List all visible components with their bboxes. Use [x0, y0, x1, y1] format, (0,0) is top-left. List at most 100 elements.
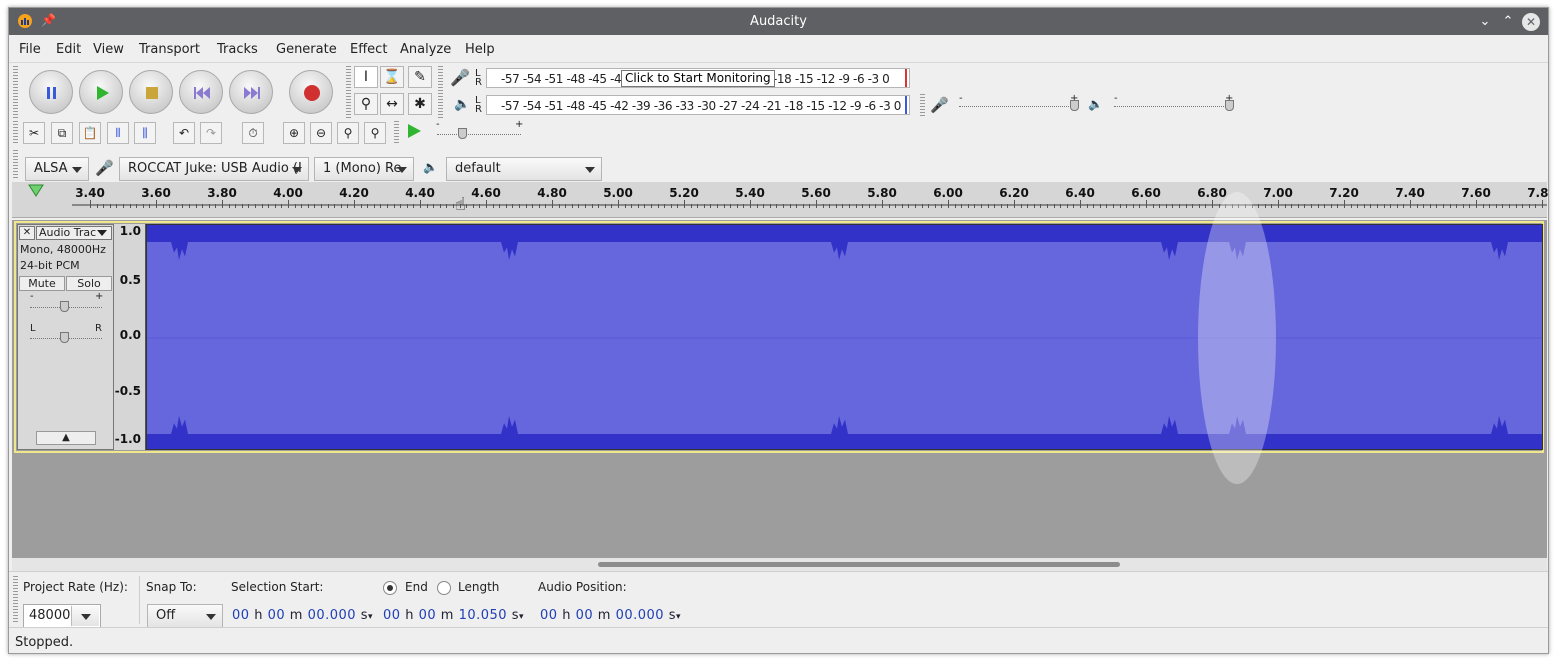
ruler-tick-mark	[519, 204, 520, 208]
play-speed-thumb[interactable]	[458, 128, 467, 139]
play-button[interactable]	[79, 70, 123, 114]
mute-button[interactable]: Mute	[19, 276, 65, 291]
selection-tool-button[interactable]: I	[354, 66, 378, 88]
edit-grip[interactable]	[13, 121, 18, 145]
recording-channels-select[interactable]: 1 (Mono) Re	[314, 157, 414, 181]
pan-slider-thumb[interactable]	[60, 332, 69, 343]
paste-button[interactable]: 📋	[79, 122, 101, 144]
selection-grip[interactable]	[13, 576, 18, 624]
play-volume-slider[interactable]	[1114, 106, 1232, 107]
track-control-panel[interactable]: ✕ Audio Trac Mono, 48000Hz 24-bit PCM Mu…	[17, 224, 114, 450]
record-button[interactable]	[289, 70, 333, 114]
record-volume-slider[interactable]	[959, 106, 1077, 107]
menu-edit[interactable]: Edit	[56, 42, 81, 57]
mixer-grip[interactable]	[920, 94, 925, 116]
skip-to-end-button[interactable]	[229, 70, 273, 114]
timeline-ruler[interactable]: 3.40 3.60 3.80 4.00 4.20 4.40 4.60 4.80 5.00 5.20…	[12, 182, 1548, 218]
multi-tool-button[interactable]: ✱	[408, 93, 432, 115]
mixer-speaker-icon: 🔈	[1088, 97, 1103, 111]
ruler-tick-mark	[552, 200, 553, 208]
zoom-tool-button[interactable]: ⚲	[354, 93, 378, 115]
device-grip[interactable]	[13, 150, 18, 178]
pause-button[interactable]	[29, 70, 73, 114]
selection-start-time[interactable]: 00 h 00 m 00.000 s▾	[232, 608, 374, 628]
ruler-tick-label: 6.40	[1065, 186, 1095, 200]
fit-project-button[interactable]: ⚲	[364, 122, 386, 144]
meter-grip[interactable]	[438, 66, 443, 118]
gain-slider-thumb[interactable]	[60, 301, 69, 312]
silence-button[interactable]: ⫼	[134, 122, 156, 144]
ruler-tick-mark	[809, 204, 811, 208]
selection-end-time[interactable]: 00 h 00 m 10.050 s▾	[383, 608, 525, 628]
menu-effect[interactable]: Effect	[350, 42, 387, 57]
menu-help[interactable]: Help	[465, 42, 495, 57]
recording-device-select[interactable]: ROCCAT Juke: USB Audio (I	[119, 157, 309, 181]
playback-device-select[interactable]: default	[446, 157, 602, 181]
ruler-tick-mark	[618, 200, 619, 208]
snap-to-select[interactable]: Off	[147, 604, 223, 628]
minimize-icon[interactable]: ⌄	[1476, 13, 1494, 31]
ruler-tick-mark	[453, 204, 454, 208]
record-volume-thumb[interactable]	[1070, 100, 1079, 111]
play-speed-grip[interactable]	[394, 121, 399, 145]
horizontal-scrollbar-thumb[interactable]	[598, 562, 1120, 567]
ruler-tick-mark	[994, 204, 996, 208]
menu-analyze[interactable]: Analyze	[400, 42, 451, 57]
menu-view[interactable]: View	[93, 42, 124, 57]
microphone-icon[interactable]: 🎤	[450, 68, 470, 87]
stop-button[interactable]	[129, 70, 173, 114]
sync-lock-button[interactable]: ⏱	[242, 122, 264, 144]
audio-host-select[interactable]: ALSA	[25, 157, 89, 181]
close-window-icon[interactable]: ✕	[1522, 13, 1540, 31]
project-rate-dropdown[interactable]	[71, 606, 99, 626]
ruler-tick-mark	[195, 204, 197, 208]
magnifier-icon: ⚲	[360, 96, 372, 112]
project-rate-combo[interactable]: 48000	[23, 604, 101, 628]
waveform-display[interactable]	[146, 224, 1543, 450]
fit-selection-button[interactable]: ⚲	[337, 122, 359, 144]
collapse-track-button[interactable]: ▲	[36, 431, 96, 445]
track-name-menu[interactable]: Audio Trac	[36, 226, 112, 240]
solo-button[interactable]: Solo	[66, 276, 112, 291]
envelope-tool-button[interactable]: ⌛	[380, 66, 404, 88]
record-meter-lr: LR	[475, 68, 482, 88]
playback-device-value: default	[455, 161, 501, 176]
draw-tool-button[interactable]: ✎	[408, 66, 432, 88]
ruler-tick-mark	[789, 204, 791, 208]
ruler-tick-mark	[1509, 204, 1510, 208]
tools-grip[interactable]	[346, 66, 351, 118]
end-radio[interactable]	[383, 581, 397, 595]
tracks-area[interactable]: ✕ Audio Trac Mono, 48000Hz 24-bit PCM Mu…	[12, 192, 1547, 558]
copy-button[interactable]: ⧉	[51, 122, 73, 144]
menu-file[interactable]: File	[19, 42, 41, 57]
ruler-tick-mark	[1146, 200, 1147, 208]
redo-button[interactable]: ↷	[200, 122, 222, 144]
ruler-tick-mark	[96, 204, 98, 208]
skip-to-start-button[interactable]	[179, 70, 223, 114]
horizontal-scrollbar[interactable]	[12, 558, 1547, 571]
play-at-speed-button[interactable]	[403, 122, 425, 144]
undo-button[interactable]: ↶	[173, 122, 195, 144]
play-volume-thumb[interactable]	[1225, 100, 1234, 111]
play-speed-slider[interactable]	[437, 134, 521, 135]
menu-transport[interactable]: Transport	[139, 42, 200, 57]
menu-generate[interactable]: Generate	[276, 42, 337, 57]
toolbar-grip[interactable]	[13, 66, 18, 118]
timeshift-tool-button[interactable]: ↔	[380, 93, 404, 115]
zoom-out-button[interactable]: ⊖	[310, 122, 332, 144]
ruler-tick-mark	[882, 200, 883, 208]
cut-button[interactable]: ✂	[23, 122, 45, 144]
length-radio[interactable]	[437, 581, 451, 595]
trim-button[interactable]: ⫴	[107, 122, 129, 144]
play-head-triangle-icon[interactable]	[28, 184, 44, 198]
audio-position-time[interactable]: 00 h 00 m 00.000 s▾	[540, 608, 682, 628]
menu-tracks[interactable]: Tracks	[217, 42, 258, 57]
ruler-tick-mark	[261, 204, 263, 208]
track-close-button[interactable]: ✕	[19, 226, 35, 240]
ruler-tick-mark	[802, 204, 804, 208]
playback-meter[interactable]: -57 -54 -51 -48 -45 -42 -39 -36 -33 -30 …	[486, 95, 910, 115]
vertical-amplitude-ruler[interactable]: 1.0 0.5 0.0 -0.5 -1.0	[114, 224, 146, 450]
maximize-icon[interactable]: ⌃	[1499, 13, 1517, 31]
zoom-in-button[interactable]: ⊕	[283, 122, 305, 144]
speaker-icon[interactable]: 🔈	[454, 97, 470, 112]
